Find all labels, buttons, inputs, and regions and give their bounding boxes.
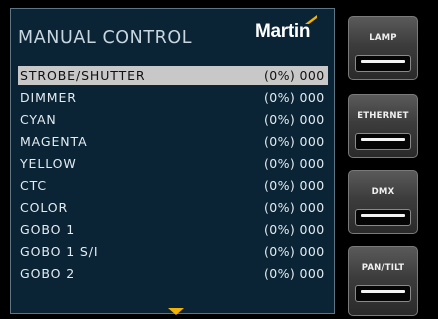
channel-name: YELLOW (20, 156, 77, 171)
channel-name: GOBO 2 (20, 266, 76, 281)
channel-row-dimmer[interactable]: DIMMER (0%) 000 (18, 88, 328, 107)
martin-logo: Martin (255, 21, 311, 42)
channel-row-magenta[interactable]: MAGENTA (0%) 000 (18, 132, 328, 151)
channel-name: GOBO 1 (20, 222, 76, 237)
channel-row-gobo-1[interactable]: GOBO 1 (0%) 000 (18, 220, 328, 239)
manual-control-screen: MANUAL CONTROL Martin STROBE/SHUTTER (0%… (10, 8, 335, 315)
channel-row-color[interactable]: COLOR (0%) 000 (18, 198, 328, 217)
channel-row-gobo-2[interactable]: GOBO 2 (0%) 000 (18, 264, 328, 283)
channel-row-ctc[interactable]: CTC (0%) 000 (18, 176, 328, 195)
pan-tilt-button-label: PAN/TILT (361, 263, 405, 273)
lamp-button-label: LAMP (369, 33, 397, 43)
channel-name: COLOR (20, 200, 69, 215)
ethernet-button-label: ETHERNET (357, 111, 409, 121)
channel-name: CTC (20, 178, 48, 193)
page-title: MANUAL CONTROL (18, 28, 193, 48)
triangle-down-icon[interactable] (168, 308, 184, 315)
logo-accent-icon (305, 15, 317, 24)
channel-value: (0%) 000 (264, 266, 325, 281)
channel-row-gobo-1-si[interactable]: GOBO 1 S/I (0%) 000 (18, 242, 328, 261)
channel-name: CYAN (20, 112, 57, 127)
channel-value: (0%) 000 (264, 200, 325, 215)
channel-value: (0%) 000 (264, 112, 325, 127)
channel-value: (0%) 000 (264, 244, 325, 259)
channel-name: DIMMER (20, 90, 77, 105)
pan-tilt-key[interactable] (355, 285, 411, 302)
lamp-key[interactable] (355, 55, 411, 72)
channel-value: (0%) 000 (264, 156, 325, 171)
lamp-button[interactable]: LAMP (348, 16, 418, 80)
channel-value: (0%) 000 (264, 178, 325, 193)
channel-row-yellow[interactable]: YELLOW (0%) 000 (18, 154, 328, 173)
channel-name: STROBE/SHUTTER (20, 68, 146, 83)
ethernet-button[interactable]: ETHERNET (348, 94, 418, 158)
channel-name: MAGENTA (20, 134, 88, 149)
channel-value: (0%) 000 (264, 222, 325, 237)
ethernet-key[interactable] (355, 133, 411, 150)
channel-row-cyan[interactable]: CYAN (0%) 000 (18, 110, 328, 129)
channel-value: (0%) 000 (264, 90, 325, 105)
dmx-button[interactable]: DMX (348, 170, 418, 234)
channel-name: GOBO 1 S/I (20, 244, 99, 259)
pan-tilt-button[interactable]: PAN/TILT (348, 246, 418, 316)
channel-value: (0%) 000 (264, 134, 325, 149)
channel-row-strobe-shutter[interactable]: STROBE/SHUTTER (0%) 000 (18, 66, 328, 85)
dmx-key[interactable] (355, 209, 411, 226)
dmx-button-label: DMX (371, 187, 395, 197)
channel-value: (0%) 000 (264, 68, 325, 83)
